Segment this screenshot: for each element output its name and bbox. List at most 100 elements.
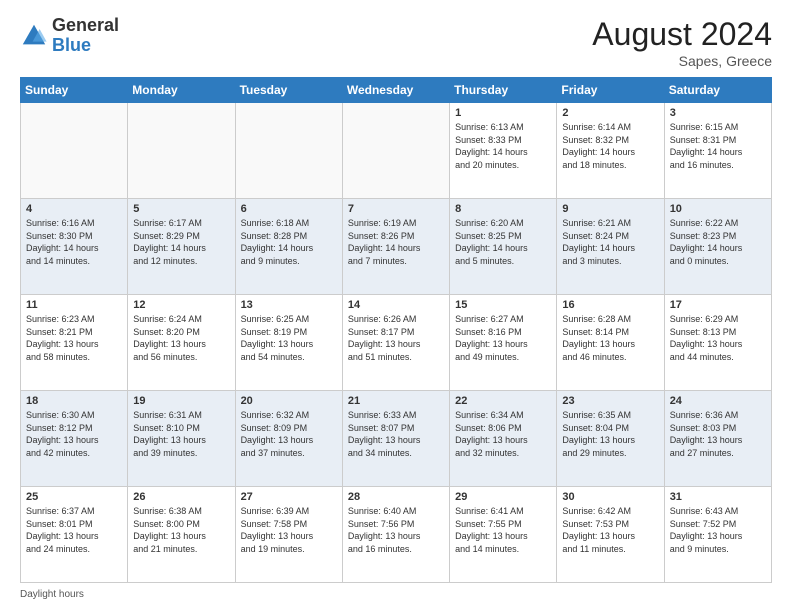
day-info: Sunrise: 6:34 AMSunset: 8:06 PMDaylight:… bbox=[455, 409, 551, 459]
title-block: August 2024 Sapes, Greece bbox=[592, 16, 772, 69]
day-info: Sunrise: 6:39 AMSunset: 7:58 PMDaylight:… bbox=[241, 505, 337, 555]
calendar-cell: 17 Sunrise: 6:29 AMSunset: 8:13 PMDayligh… bbox=[664, 295, 771, 391]
footer-note: Daylight hours bbox=[20, 589, 772, 600]
weekday-header-thursday: Thursday bbox=[450, 78, 557, 103]
day-number: 21 bbox=[348, 395, 444, 407]
day-number: 11 bbox=[26, 299, 122, 311]
day-number: 19 bbox=[133, 395, 229, 407]
day-info: Sunrise: 6:32 AMSunset: 8:09 PMDaylight:… bbox=[241, 409, 337, 459]
header: General Blue August 2024 Sapes, Greece bbox=[20, 16, 772, 69]
weekday-header-monday: Monday bbox=[128, 78, 235, 103]
calendar-cell bbox=[342, 103, 449, 199]
weekday-header-tuesday: Tuesday bbox=[235, 78, 342, 103]
weekday-header-sunday: Sunday bbox=[21, 78, 128, 103]
location: Sapes, Greece bbox=[592, 53, 772, 69]
calendar-cell: 12 Sunrise: 6:24 AMSunset: 8:20 PMDayligh… bbox=[128, 295, 235, 391]
calendar-cell: 21Sunrise: 6:33 AMSunset: 8:07 PMDayligh… bbox=[342, 391, 449, 487]
calendar-cell: 7 Sunrise: 6:19 AMSunset: 8:26 PMDaylight… bbox=[342, 199, 449, 295]
calendar-cell: 1Sunrise: 6:13 AMSunset: 8:33 PMDaylight… bbox=[450, 103, 557, 199]
weekday-header-row: SundayMondayTuesdayWednesdayThursdayFrid… bbox=[21, 78, 772, 103]
calendar-cell: 19 Sunrise: 6:31 AMSunset: 8:10 PMDayligh… bbox=[128, 391, 235, 487]
day-info: Sunrise: 6:20 AMSunset: 8:25 PMDaylight:… bbox=[455, 217, 551, 267]
day-number: 30 bbox=[562, 491, 658, 503]
page: General Blue August 2024 Sapes, Greece S… bbox=[0, 0, 792, 612]
day-number: 18 bbox=[26, 395, 122, 407]
day-info: Sunrise: 6:14 AMSunset: 8:32 PMDaylight:… bbox=[562, 121, 658, 171]
calendar-cell: 24 Sunrise: 6:36 AMSunset: 8:03 PMDayligh… bbox=[664, 391, 771, 487]
day-info: Sunrise: 6:28 AMSunset: 8:14 PMDaylight:… bbox=[562, 313, 658, 363]
calendar-body: 1Sunrise: 6:13 AMSunset: 8:33 PMDaylight… bbox=[21, 103, 772, 583]
day-number: 5 bbox=[133, 203, 229, 215]
calendar-cell: 29Sunrise: 6:41 AMSunset: 7:55 PMDayligh… bbox=[450, 487, 557, 583]
calendar-cell: 11 Sunrise: 6:23 AMSunset: 8:21 PMDayligh… bbox=[21, 295, 128, 391]
day-info: Sunrise: 6:30 AMSunset: 8:12 PMDaylight:… bbox=[26, 409, 122, 459]
calendar-cell: 28Sunrise: 6:40 AMSunset: 7:56 PMDayligh… bbox=[342, 487, 449, 583]
day-info: Sunrise: 6:19 AMSunset: 8:26 PMDaylight:… bbox=[348, 217, 444, 267]
day-info: Sunrise: 6:26 AMSunset: 8:17 PMDaylight:… bbox=[348, 313, 444, 363]
day-info: Sunrise: 6:29 AMSunset: 8:13 PMDaylight:… bbox=[670, 313, 766, 363]
calendar-cell: 15Sunrise: 6:27 AMSunset: 8:16 PMDayligh… bbox=[450, 295, 557, 391]
day-info: Sunrise: 6:21 AMSunset: 8:24 PMDaylight:… bbox=[562, 217, 658, 267]
calendar-cell: 23 Sunrise: 6:35 AMSunset: 8:04 PMDayligh… bbox=[557, 391, 664, 487]
calendar-cell: 14Sunrise: 6:26 AMSunset: 8:17 PMDayligh… bbox=[342, 295, 449, 391]
calendar-cell: 3Sunrise: 6:15 AMSunset: 8:31 PMDaylight… bbox=[664, 103, 771, 199]
day-number: 9 bbox=[562, 203, 658, 215]
calendar-cell: 31Sunrise: 6:43 AMSunset: 7:52 PMDayligh… bbox=[664, 487, 771, 583]
day-info: Sunrise: 6:24 AMSunset: 8:20 PMDaylight:… bbox=[133, 313, 229, 363]
calendar-cell: 13Sunrise: 6:25 AMSunset: 8:19 PMDayligh… bbox=[235, 295, 342, 391]
weekday-header-wednesday: Wednesday bbox=[342, 78, 449, 103]
day-number: 7 bbox=[348, 203, 444, 215]
calendar-cell: 16 Sunrise: 6:28 AMSunset: 8:14 PMDayligh… bbox=[557, 295, 664, 391]
calendar-week-2: 4Sunrise: 6:16 AMSunset: 8:30 PMDaylight… bbox=[21, 199, 772, 295]
calendar-week-1: 1Sunrise: 6:13 AMSunset: 8:33 PMDaylight… bbox=[21, 103, 772, 199]
day-number: 24 bbox=[670, 395, 766, 407]
day-info: Sunrise: 6:25 AMSunset: 8:19 PMDaylight:… bbox=[241, 313, 337, 363]
calendar-table: SundayMondayTuesdayWednesdayThursdayFrid… bbox=[20, 77, 772, 583]
calendar-cell: 9 Sunrise: 6:21 AMSunset: 8:24 PMDaylight… bbox=[557, 199, 664, 295]
day-number: 1 bbox=[455, 107, 551, 119]
logo-text: General Blue bbox=[52, 16, 119, 56]
day-info: Sunrise: 6:36 AMSunset: 8:03 PMDaylight:… bbox=[670, 409, 766, 459]
calendar-header: SundayMondayTuesdayWednesdayThursdayFrid… bbox=[21, 78, 772, 103]
day-info: Sunrise: 6:23 AMSunset: 8:21 PMDaylight:… bbox=[26, 313, 122, 363]
day-info: Sunrise: 6:27 AMSunset: 8:16 PMDaylight:… bbox=[455, 313, 551, 363]
day-number: 16 bbox=[562, 299, 658, 311]
day-info: Sunrise: 6:22 AMSunset: 8:23 PMDaylight:… bbox=[670, 217, 766, 267]
calendar-cell bbox=[235, 103, 342, 199]
calendar-cell bbox=[128, 103, 235, 199]
calendar-cell: 25Sunrise: 6:37 AMSunset: 8:01 PMDayligh… bbox=[21, 487, 128, 583]
day-number: 27 bbox=[241, 491, 337, 503]
weekday-header-saturday: Saturday bbox=[664, 78, 771, 103]
calendar-cell: 18 Sunrise: 6:30 AMSunset: 8:12 PMDayligh… bbox=[21, 391, 128, 487]
logo: General Blue bbox=[20, 16, 119, 56]
calendar-cell: 26Sunrise: 6:38 AMSunset: 8:00 PMDayligh… bbox=[128, 487, 235, 583]
day-number: 26 bbox=[133, 491, 229, 503]
calendar-cell: 6 Sunrise: 6:18 AMSunset: 8:28 PMDaylight… bbox=[235, 199, 342, 295]
calendar-cell: 30 Sunrise: 6:42 AMSunset: 7:53 PMDayligh… bbox=[557, 487, 664, 583]
day-info: Sunrise: 6:43 AMSunset: 7:52 PMDaylight:… bbox=[670, 505, 766, 555]
day-number: 10 bbox=[670, 203, 766, 215]
day-number: 22 bbox=[455, 395, 551, 407]
calendar-cell bbox=[21, 103, 128, 199]
month-year: August 2024 bbox=[592, 16, 772, 53]
day-number: 25 bbox=[26, 491, 122, 503]
day-number: 23 bbox=[562, 395, 658, 407]
day-info: Sunrise: 6:40 AMSunset: 7:56 PMDaylight:… bbox=[348, 505, 444, 555]
calendar-cell: 20Sunrise: 6:32 AMSunset: 8:09 PMDayligh… bbox=[235, 391, 342, 487]
weekday-header-friday: Friday bbox=[557, 78, 664, 103]
day-number: 17 bbox=[670, 299, 766, 311]
day-info: Sunrise: 6:31 AMSunset: 8:10 PMDaylight:… bbox=[133, 409, 229, 459]
day-info: Sunrise: 6:18 AMSunset: 8:28 PMDaylight:… bbox=[241, 217, 337, 267]
day-info: Sunrise: 6:42 AMSunset: 7:53 PMDaylight:… bbox=[562, 505, 658, 555]
calendar-cell: 10 Sunrise: 6:22 AMSunset: 8:23 PMDayligh… bbox=[664, 199, 771, 295]
day-number: 12 bbox=[133, 299, 229, 311]
logo-general-text: General bbox=[52, 15, 119, 35]
day-number: 3 bbox=[670, 107, 766, 119]
calendar-cell: 27 Sunrise: 6:39 AMSunset: 7:58 PMDayligh… bbox=[235, 487, 342, 583]
day-number: 6 bbox=[241, 203, 337, 215]
day-info: Sunrise: 6:35 AMSunset: 8:04 PMDaylight:… bbox=[562, 409, 658, 459]
calendar-cell: 8Sunrise: 6:20 AMSunset: 8:25 PMDaylight… bbox=[450, 199, 557, 295]
logo-icon bbox=[20, 22, 48, 50]
calendar-week-4: 18 Sunrise: 6:30 AMSunset: 8:12 PMDayligh… bbox=[21, 391, 772, 487]
calendar-cell: 4Sunrise: 6:16 AMSunset: 8:30 PMDaylight… bbox=[21, 199, 128, 295]
